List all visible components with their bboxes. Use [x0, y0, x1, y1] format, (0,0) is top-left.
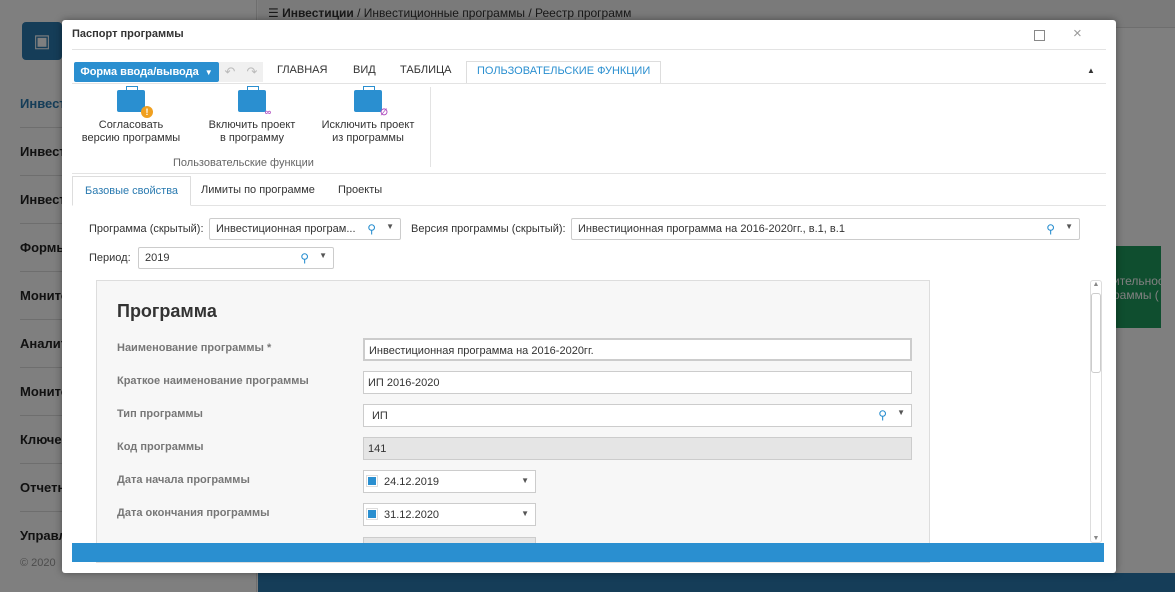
end-date-picker[interactable]: 31.12.2020 ▼: [363, 503, 536, 526]
panel-scrollbar[interactable]: ▲ ▼: [1090, 280, 1102, 543]
button-label: версию программы: [81, 132, 181, 144]
exclude-project-button[interactable]: ∅ Исключить проект из программы: [312, 86, 424, 145]
version-label: Версия программы (скрытый):: [411, 223, 566, 235]
field-label: Код программы: [117, 441, 204, 453]
button-label: из программы: [332, 132, 404, 144]
close-icon[interactable]: ×: [1073, 25, 1082, 42]
program-value: Инвестиционная програм...: [216, 223, 356, 235]
ribbon-group-label: Пользовательские функции: [173, 157, 314, 169]
chevron-down-icon: ▼: [204, 67, 213, 77]
briefcase-unlink-icon: ∅: [354, 86, 388, 117]
briefcase-link-icon: ∞: [238, 86, 271, 117]
field-label: Тип программы: [117, 408, 203, 420]
short-name-input[interactable]: ИП 2016-2020: [363, 371, 912, 394]
program-code-readonly: 141: [363, 437, 912, 460]
chevron-down-icon[interactable]: ▼: [521, 509, 529, 518]
form-io-dropdown-button[interactable]: Форма ввода/вывода ▼: [74, 62, 219, 82]
search-icon[interactable]: ⚲: [878, 408, 887, 422]
maximize-icon[interactable]: [1034, 30, 1045, 41]
calendar-checkbox-icon[interactable]: [366, 508, 378, 520]
collapse-ribbon-icon[interactable]: ▲: [1087, 66, 1095, 75]
undo-redo-group: ↶ ↷: [219, 62, 263, 82]
tab-projects[interactable]: Проекты: [326, 176, 394, 206]
undo-icon[interactable]: ↶: [225, 64, 236, 80]
scroll-up-icon[interactable]: ▲: [1091, 281, 1101, 288]
start-date-value: 24.12.2019: [384, 476, 440, 488]
redo-icon[interactable]: ↷: [247, 64, 258, 80]
program-type-value: ИП: [372, 410, 388, 422]
chevron-down-icon[interactable]: ▼: [386, 222, 394, 231]
end-date-value: 31.12.2020: [384, 509, 440, 521]
chevron-down-icon[interactable]: ▼: [319, 251, 327, 260]
period-value: 2019: [145, 252, 170, 264]
ribbon-tab-view[interactable]: ВИД: [353, 64, 376, 76]
start-date-picker[interactable]: 24.12.2019 ▼: [363, 470, 536, 493]
field-label: Краткое наименование программы: [117, 375, 309, 387]
form-io-label: Форма ввода/вывода: [80, 66, 199, 78]
period-label: Период:: [89, 252, 131, 264]
version-select[interactable]: Инвестиционная программа на 2016-2020гг.…: [571, 218, 1080, 240]
field-label: Дата окончания программы: [117, 507, 270, 519]
chevron-down-icon[interactable]: ▼: [897, 408, 905, 417]
ribbon-tab-table[interactable]: ТАБЛИЦА: [400, 64, 452, 76]
program-name-input[interactable]: Инвестиционная программа на 2016-2020гг.: [363, 338, 912, 361]
button-label: Согласовать: [98, 119, 164, 131]
panel-title: Программа: [117, 301, 217, 321]
calendar-checkbox-icon[interactable]: [366, 475, 378, 487]
search-icon[interactable]: ⚲: [1046, 222, 1055, 236]
briefcase-warning-icon: !: [117, 86, 153, 118]
field-label: Наименование программы *: [117, 342, 272, 354]
field-label: Дата начала программы: [117, 474, 250, 486]
program-select[interactable]: Инвестиционная програм... ⚲ ▼: [209, 218, 401, 240]
period-select[interactable]: 2019 ⚲ ▼: [138, 247, 334, 269]
chevron-down-icon[interactable]: ▼: [521, 476, 529, 485]
program-panel: Программа Наименование программы * Инвес…: [96, 280, 930, 563]
tab-base-properties[interactable]: Базовые свойства: [72, 176, 192, 206]
dialog-title: Паспорт программы: [72, 28, 184, 40]
program-type-select[interactable]: ИП ⚲ ▼: [363, 404, 912, 427]
button-label: в программу: [219, 132, 285, 144]
search-icon[interactable]: ⚲: [300, 251, 309, 265]
scroll-thumb[interactable]: [1091, 293, 1101, 373]
button-label: Включить проект: [208, 119, 296, 131]
ribbon-tab-home[interactable]: ГЛАВНАЯ: [277, 64, 327, 76]
tab-program-limits[interactable]: Лимиты по программе: [189, 176, 327, 206]
search-icon[interactable]: ⚲: [367, 222, 376, 236]
chevron-down-icon[interactable]: ▼: [1065, 222, 1073, 231]
approve-version-button[interactable]: ! Согласовать версию программы: [76, 86, 186, 145]
scroll-down-icon[interactable]: ▼: [1091, 535, 1101, 542]
ribbon-tab-user-functions[interactable]: ПОЛЬЗОВАТЕЛЬСКИЕ ФУНКЦИИ: [466, 61, 662, 84]
program-passport-dialog: Паспорт программы × Форма ввода/вывода ▼ …: [62, 20, 1116, 573]
program-label: Программа (скрытый):: [89, 223, 204, 235]
button-label: Исключить проект: [321, 119, 415, 131]
dialog-footer-bar: [72, 543, 1104, 562]
version-value: Инвестиционная программа на 2016-2020гг.…: [578, 223, 845, 235]
include-project-button[interactable]: ∞ Включить проект в программу: [197, 86, 307, 145]
